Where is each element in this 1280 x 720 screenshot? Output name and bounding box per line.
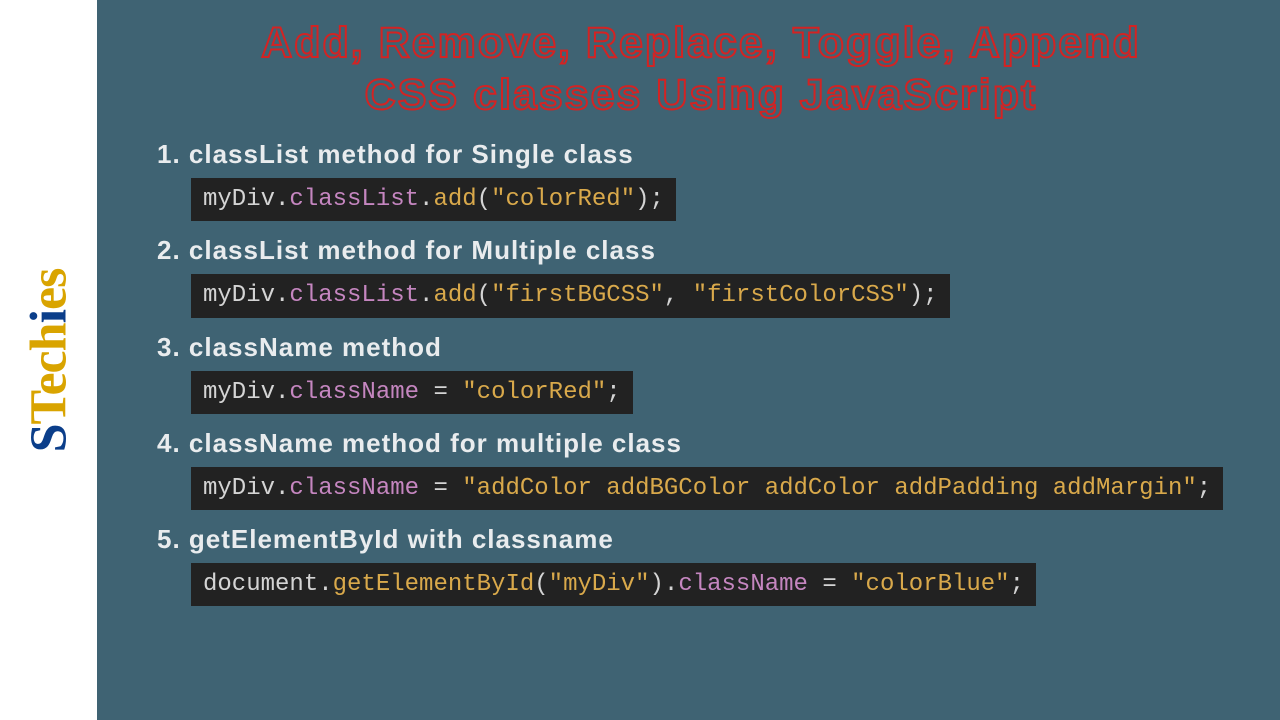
code-token: ( (477, 186, 491, 213)
item-heading: 1. classList method for Single class (157, 139, 1245, 170)
code-token: myDiv (203, 379, 275, 406)
code-token: ) (650, 571, 664, 598)
code-token: . (275, 475, 289, 502)
code-token: "addColor addBGColor addColor addPadding… (462, 475, 1197, 502)
code-token: classList (289, 282, 419, 309)
item-heading: 4. className method for multiple class (157, 428, 1245, 459)
item-heading: 2. classList method for Multiple class (157, 235, 1245, 266)
main-content: Add, Remove, Replace, Toggle, Append CSS… (97, 0, 1280, 720)
item-heading: 3. className method (157, 332, 1245, 363)
list-item: 2. classList method for Multiple class my… (157, 235, 1245, 317)
code-token: add (433, 282, 476, 309)
code-token: "firstColorCSS" (693, 282, 909, 309)
code-block: myDiv.classList.add("firstBGCSS", "first… (191, 274, 950, 317)
list-item: 3. className method myDiv.className = "co… (157, 332, 1245, 414)
code-token: myDiv (203, 186, 275, 213)
code-token: "colorRed" (491, 186, 635, 213)
code-token: className (289, 475, 419, 502)
code-token: "colorBlue" (851, 571, 1009, 598)
code-token: myDiv (203, 475, 275, 502)
code-block: myDiv.classList.add("colorRed"); (191, 178, 676, 221)
code-token: . (275, 379, 289, 406)
sidebar: STechies (0, 0, 97, 720)
title-line-2: CSS classes Using JavaScript (157, 70, 1245, 122)
code-block: myDiv.className = "colorRed"; (191, 371, 633, 414)
list-item: 5. getElementById with classname document… (157, 524, 1245, 606)
code-token: . (275, 186, 289, 213)
list-item: 4. className method for multiple class my… (157, 428, 1245, 510)
code-token: ; (1197, 475, 1211, 502)
code-token: "myDiv" (549, 571, 650, 598)
code-token: "firstBGCSS" (491, 282, 664, 309)
code-token: className (678, 571, 808, 598)
code-token: . (275, 282, 289, 309)
code-token: ) (909, 282, 923, 309)
logo: STechies (19, 268, 78, 452)
page-title: Add, Remove, Replace, Toggle, Append CSS… (157, 18, 1245, 121)
code-token: ; (606, 379, 620, 406)
code-token: . (664, 571, 678, 598)
code-token: myDiv (203, 282, 275, 309)
code-token: ; (1010, 571, 1024, 598)
code-token: . (318, 571, 332, 598)
code-block: myDiv.className = "addColor addBGColor a… (191, 467, 1223, 510)
item-heading: 5. getElementById with classname (157, 524, 1245, 555)
code-token: className (289, 379, 419, 406)
code-token: add (433, 186, 476, 213)
code-token: ; (923, 282, 937, 309)
code-token: , (664, 282, 693, 309)
code-token: ( (477, 282, 491, 309)
code-token: = (419, 475, 462, 502)
code-token: classList (289, 186, 419, 213)
code-token: getElementById (333, 571, 535, 598)
title-line-1: Add, Remove, Replace, Toggle, Append (157, 18, 1245, 70)
code-token: = (808, 571, 851, 598)
code-token: ) (635, 186, 649, 213)
code-block: document.getElementById("myDiv").classNa… (191, 563, 1036, 606)
code-token: "colorRed" (462, 379, 606, 406)
list-item: 1. classList method for Single class myDi… (157, 139, 1245, 221)
code-token: . (419, 282, 433, 309)
code-token: ; (650, 186, 664, 213)
code-token: . (419, 186, 433, 213)
items-list: 1. classList method for Single class myDi… (157, 139, 1245, 606)
code-token: = (419, 379, 462, 406)
code-token: ( (534, 571, 548, 598)
code-token: document (203, 571, 318, 598)
